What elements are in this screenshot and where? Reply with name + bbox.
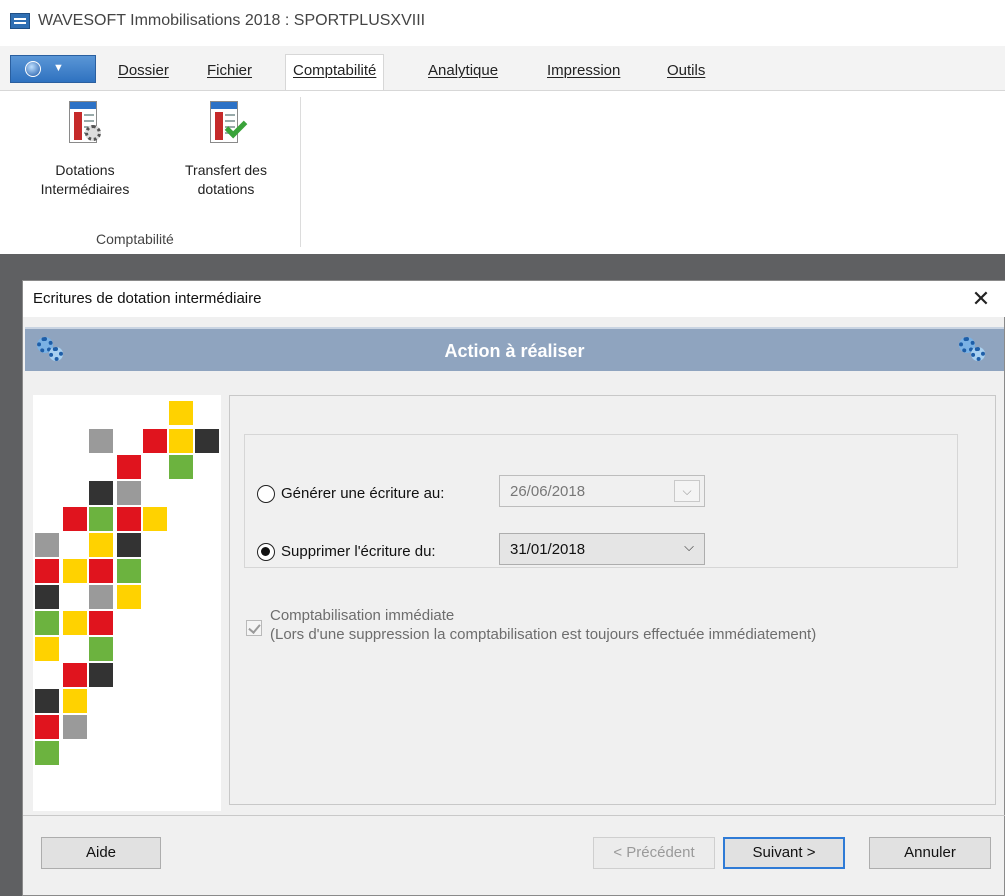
previous-button[interactable]: < Précédent [593,837,715,869]
delete-label-text: Supprimer l'écriture du: [281,543,436,560]
ribbon: Dotations Intermédiaires Transfert des d… [0,90,1005,254]
wizard-content: Générer une écriture au: 26/06/2018 ⌵ Su… [229,395,996,805]
chevron-down-icon: ⌵ [684,539,694,554]
menu-dossier[interactable]: Dossier [118,62,169,79]
ribbon-separator [300,97,301,247]
step-banner: Action à réaliser [25,327,1004,371]
menu-analytique[interactable]: Analytique [428,62,498,79]
immediate-posting-label: Comptabilisation immédiate [270,607,455,624]
delete-label[interactable]: Supprimer l'écriture du: [281,543,436,560]
transfert-line1: Transfert des [185,162,267,178]
app-menu-button[interactable]: ▼ [10,55,96,83]
close-icon[interactable]: ✕ [965,283,997,315]
menu-outils[interactable]: Outils [667,62,705,79]
gears-icon-right [959,337,987,363]
menu-bar: ▼ Dossier Fichier Comptabilité Analytiqu… [0,46,1005,90]
app-globe-icon [25,61,41,77]
immediate-posting-checkbox[interactable] [246,620,262,636]
action-options-group: Générer une écriture au: 26/06/2018 ⌵ Su… [244,434,958,568]
generate-radio[interactable] [257,485,275,503]
app-titlebar: WAVESOFT Immobilisations 2018 : SPORTPLU… [0,0,1005,46]
menu-impression[interactable]: Impression [547,62,620,79]
transfert-line2: dotations [197,181,255,197]
ribbon-group-label: Comptabilité [96,231,174,247]
dotations-line1: Dotations [55,162,115,178]
delete-date-select[interactable]: 31/01/2018 ⌵ [499,533,705,565]
app-window-title: WAVESOFT Immobilisations 2018 : SPORTPLU… [38,12,426,29]
app-logo-icon [10,13,30,29]
dotations-gear-icon [65,101,105,149]
chevron-down-icon: ▼ [53,62,64,74]
dialog-title: Ecritures de dotation intermédiaire [33,290,262,307]
generate-date-value: 26/06/2018 [510,483,586,500]
chevron-down-icon[interactable]: ⌵ [674,480,700,502]
cancel-button[interactable]: Annuler [869,837,991,869]
immediate-posting-note: (Lors d'une suppression la comptabilisat… [270,626,817,643]
menu-comptabilite[interactable]: Comptabilité [285,54,385,90]
dialog-titlebar: Ecritures de dotation intermédiaire ✕ [23,281,1005,317]
delete-radio[interactable] [257,543,275,561]
wizard-side-image [33,395,221,811]
dotation-dialog: Ecritures de dotation intermédiaire ✕ Ac… [22,280,1005,896]
transfert-dotations-button[interactable]: Transfert des dotations [164,101,288,199]
delete-date-value: 31/01/2018 [510,541,586,558]
dotations-line2: Intermédiaires [40,181,130,197]
generate-label[interactable]: Générer une écriture au: [281,485,444,502]
generate-label-text: Générer une écriture au: [281,485,445,502]
dotations-intermediaires-button[interactable]: Dotations Intermédiaires [20,101,150,199]
help-button[interactable]: Aide [41,837,161,869]
banner-title: Action à réaliser [444,341,585,361]
next-button[interactable]: Suivant > [723,837,845,869]
menu-fichier[interactable]: Fichier [207,62,252,79]
footer-separator [23,815,1005,816]
generate-date-field[interactable]: 26/06/2018 ⌵ [499,475,705,507]
transfer-check-icon [206,101,248,149]
